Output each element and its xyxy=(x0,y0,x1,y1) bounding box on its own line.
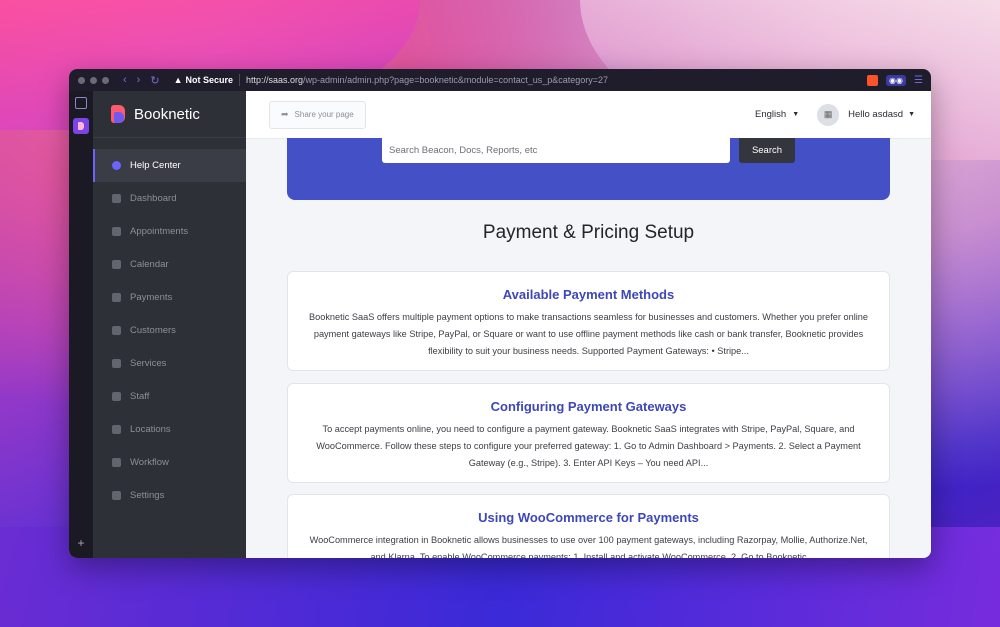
app-sidebar: Booknetic Help Center Dashboard Appointm… xyxy=(93,91,246,558)
sidebar-item-payments[interactable]: Payments xyxy=(93,281,246,314)
add-icon[interactable]: + xyxy=(69,536,93,550)
user-menu[interactable]: Hello asdasd ▼ xyxy=(848,109,915,120)
chevron-down-icon: ▼ xyxy=(792,111,800,118)
sidebar-toggle-icon[interactable] xyxy=(75,97,87,109)
article-excerpt: Booknetic SaaS offers multiple payment o… xyxy=(308,312,869,356)
sidebar-item-label: Help Center xyxy=(130,160,181,171)
sidebar-item-label: Payments xyxy=(130,292,173,303)
sidebar-item-workflow[interactable]: Workflow xyxy=(93,446,246,479)
language-label: English xyxy=(755,109,787,120)
reload-icon[interactable]: ↻ xyxy=(150,74,159,87)
workflow-icon xyxy=(112,458,121,467)
browser-window: ‹ › ↻ ▲ Not Secure http://saas.org/wp-ad… xyxy=(69,69,931,558)
user-greeting: Hello asdasd xyxy=(848,109,904,120)
browser-toolbar: ‹ › ↻ ▲ Not Secure http://saas.org/wp-ad… xyxy=(69,69,931,91)
sidebar-item-appointments[interactable]: Appointments xyxy=(93,215,246,248)
security-label: Not Secure xyxy=(185,75,233,85)
brave-shield-icon[interactable] xyxy=(867,74,879,86)
back-icon[interactable]: ‹ xyxy=(123,74,127,87)
calendar-icon xyxy=(112,260,121,269)
extension-icon[interactable]: ◉◉ xyxy=(886,74,907,86)
article-title[interactable]: Available Payment Methods xyxy=(306,287,871,302)
app-name: Booknetic xyxy=(134,105,200,123)
search-hero: Search Beacon, Docs, Reports, etc Search xyxy=(287,138,890,200)
url-host: http://saas.org xyxy=(246,75,304,85)
close-window-button[interactable] xyxy=(78,76,85,84)
browser-sidebar: + xyxy=(69,91,93,558)
logo[interactable]: Booknetic xyxy=(93,91,246,138)
users-icon xyxy=(112,326,121,335)
gear-icon xyxy=(112,491,121,500)
share-page-button[interactable]: ➦ Share your page xyxy=(269,100,366,129)
sidebar-item-label: Customers xyxy=(130,325,176,336)
sidebar-item-label: Dashboard xyxy=(130,193,177,204)
help-icon xyxy=(112,161,121,170)
sidebar-item-settings[interactable]: Settings xyxy=(93,479,246,512)
article-card[interactable]: Available Payment Methods Booknetic SaaS… xyxy=(287,271,890,371)
search-input[interactable]: Search Beacon, Docs, Reports, etc xyxy=(382,138,730,163)
sidebar-item-dashboard[interactable]: Dashboard xyxy=(93,182,246,215)
article-card[interactable]: Using WooCommerce for Payments WooCommer… xyxy=(287,494,890,558)
language-select[interactable]: English ▼ xyxy=(755,109,799,120)
sidebar-item-label: Settings xyxy=(130,490,165,501)
warning-icon: ▲ xyxy=(173,75,183,85)
window-controls xyxy=(78,76,109,84)
dashboard-icon xyxy=(112,194,121,203)
sidebar-item-label: Calendar xyxy=(130,259,169,270)
main-content: ➦ Share your page English ▼ ▦ Hello asda… xyxy=(246,91,931,558)
search-button[interactable]: Search xyxy=(739,138,795,163)
credit-card-icon xyxy=(112,293,121,302)
share-label: Share your page xyxy=(294,110,354,119)
sidebar-item-calendar[interactable]: Calendar xyxy=(93,248,246,281)
sidebar-item-label: Staff xyxy=(130,391,150,402)
avatar[interactable]: ▦ xyxy=(817,103,840,126)
chevron-down-icon: ▼ xyxy=(908,111,915,118)
sidebar-item-staff[interactable]: Staff xyxy=(93,380,246,413)
share-icon: ➦ xyxy=(281,109,289,119)
menu-icon[interactable]: ☰ xyxy=(914,75,923,86)
sidebar-item-label: Workflow xyxy=(130,457,169,468)
article-title[interactable]: Using WooCommerce for Payments xyxy=(306,510,871,525)
sidebar-item-label: Appointments xyxy=(130,226,189,237)
article-excerpt: WooCommerce integration in Booknetic all… xyxy=(309,535,868,558)
forward-icon[interactable]: › xyxy=(137,74,141,87)
user-icon xyxy=(112,392,121,401)
address-bar[interactable]: http://saas.org/wp-admin/admin.php?page=… xyxy=(246,75,608,85)
location-arrow-icon xyxy=(112,425,121,434)
sidebar-item-help-center[interactable]: Help Center xyxy=(93,149,246,182)
top-bar: ➦ Share your page English ▼ ▦ Hello asda… xyxy=(246,91,931,139)
article-card[interactable]: Configuring Payment Gateways To accept p… xyxy=(287,383,890,483)
sidebar-item-label: Locations xyxy=(130,424,171,435)
maximize-window-button[interactable] xyxy=(102,76,109,84)
page-title: Payment & Pricing Setup xyxy=(482,222,695,243)
url-path: /wp-admin/admin.php?page=booknetic&modul… xyxy=(303,75,609,85)
sidebar-item-customers[interactable]: Customers xyxy=(93,314,246,347)
list-icon xyxy=(112,359,121,368)
booknetic-logo-icon xyxy=(111,105,125,123)
security-indicator[interactable]: ▲ Not Secure xyxy=(174,75,233,85)
clock-icon xyxy=(112,227,121,236)
sidebar-menu: Help Center Dashboard Appointments Calen… xyxy=(93,149,246,512)
sidebar-item-locations[interactable]: Locations xyxy=(93,413,246,446)
divider xyxy=(239,74,240,86)
article-excerpt: To accept payments online, you need to c… xyxy=(316,424,861,468)
minimize-window-button[interactable] xyxy=(90,76,97,84)
booknetic-tab-icon[interactable] xyxy=(73,118,89,134)
sidebar-item-label: Services xyxy=(130,358,167,369)
article-title[interactable]: Configuring Payment Gateways xyxy=(306,399,871,414)
sidebar-item-services[interactable]: Services xyxy=(93,347,246,380)
